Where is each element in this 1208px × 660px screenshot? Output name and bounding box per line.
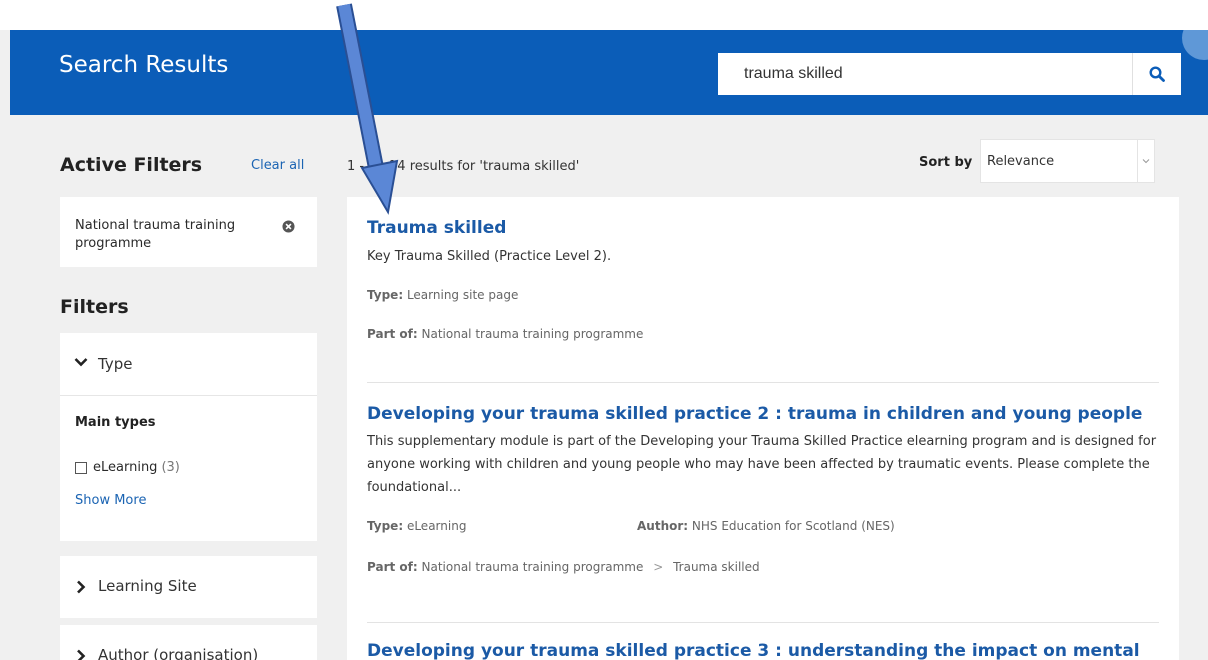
- type-filter-toggle[interactable]: Type: [60, 333, 317, 396]
- learning-site-filter[interactable]: Learning Site: [60, 556, 317, 618]
- breadcrumb-separator: >: [653, 560, 664, 574]
- result-title-link[interactable]: Developing your trauma skilled practice …: [367, 403, 1159, 425]
- elearning-option[interactable]: eLearning (3): [75, 460, 180, 475]
- search-input[interactable]: [718, 53, 1132, 95]
- result-title-link[interactable]: Developing your trauma skilled practice …: [367, 640, 1159, 660]
- result-divider: [367, 622, 1159, 623]
- search-box: [718, 53, 1181, 95]
- author-filter[interactable]: Author (organisation): [60, 625, 317, 660]
- result-description: Key Trauma Skilled (Practice Level 2).: [367, 249, 612, 264]
- main-types-heading: Main types: [75, 415, 156, 430]
- author-label: Author (organisation): [98, 646, 259, 660]
- header-decoration: [1182, 30, 1208, 60]
- active-filter-card: National trauma training programme: [60, 197, 317, 267]
- result-type: Type: Learning site page: [367, 288, 519, 302]
- remove-filter-button[interactable]: [282, 218, 295, 237]
- sort-dropdown-arrow[interactable]: [1137, 140, 1154, 182]
- search-icon: [1149, 66, 1165, 82]
- sort-by-label: Sort by: [919, 155, 973, 170]
- close-circle-icon: [282, 220, 295, 233]
- active-filter-label: National trauma training programme: [75, 218, 236, 251]
- result-item: Developing your trauma skilled practice …: [367, 403, 1159, 574]
- clear-all-link[interactable]: Clear all: [251, 158, 304, 173]
- learning-site-label: Learning Site: [98, 577, 197, 595]
- chevron-down-icon: [74, 358, 88, 367]
- search-button[interactable]: [1132, 53, 1181, 95]
- result-item: Developing your trauma skilled practice …: [367, 640, 1159, 660]
- elearning-label: eLearning: [93, 460, 158, 475]
- result-author: Author: NHS Education for Scotland (NES): [637, 519, 895, 533]
- elearning-checkbox[interactable]: [75, 461, 87, 474]
- chevron-down-icon: [1142, 159, 1150, 164]
- part-of-link[interactable]: Trauma skilled: [673, 560, 760, 574]
- results-list: Trauma skilled Key Trauma Skilled (Pract…: [347, 197, 1179, 660]
- page-title: Search Results: [59, 52, 229, 78]
- result-part-of: Part of: National trauma training progra…: [367, 560, 760, 574]
- result-type: Type: eLearning: [367, 519, 467, 533]
- result-divider: [367, 382, 1159, 383]
- page-header: Search Results: [10, 30, 1208, 115]
- part-of-link[interactable]: National trauma training programme: [422, 560, 644, 574]
- result-part-of: Part of: National trauma training progra…: [367, 327, 644, 341]
- chevron-right-icon: [77, 580, 86, 594]
- filters-title: Filters: [60, 296, 129, 318]
- sort-select[interactable]: Relevance: [980, 139, 1155, 183]
- type-filter-label: Type: [98, 355, 133, 373]
- chevron-right-icon: [77, 649, 86, 660]
- part-of-link[interactable]: National trauma training programme: [422, 327, 644, 341]
- result-item: Trauma skilled Key Trauma Skilled (Pract…: [367, 217, 1159, 341]
- result-title-link[interactable]: Trauma skilled: [367, 217, 1159, 239]
- type-filter-panel: Type Main types eLearning (3) Show More: [60, 333, 317, 541]
- result-description: This supplementary module is part of the…: [367, 434, 1157, 495]
- top-strip: [0, 0, 1208, 30]
- active-filters-title: Active Filters: [60, 154, 203, 176]
- result-meta-row: Type: eLearning Author: NHS Education fo…: [367, 519, 1159, 535]
- sort-value: Relevance: [987, 153, 1055, 169]
- elearning-count: (3): [161, 460, 180, 475]
- show-more-link[interactable]: Show More: [75, 493, 146, 508]
- results-count: 1 - 4 of 4 results for 'trauma skilled': [347, 159, 580, 174]
